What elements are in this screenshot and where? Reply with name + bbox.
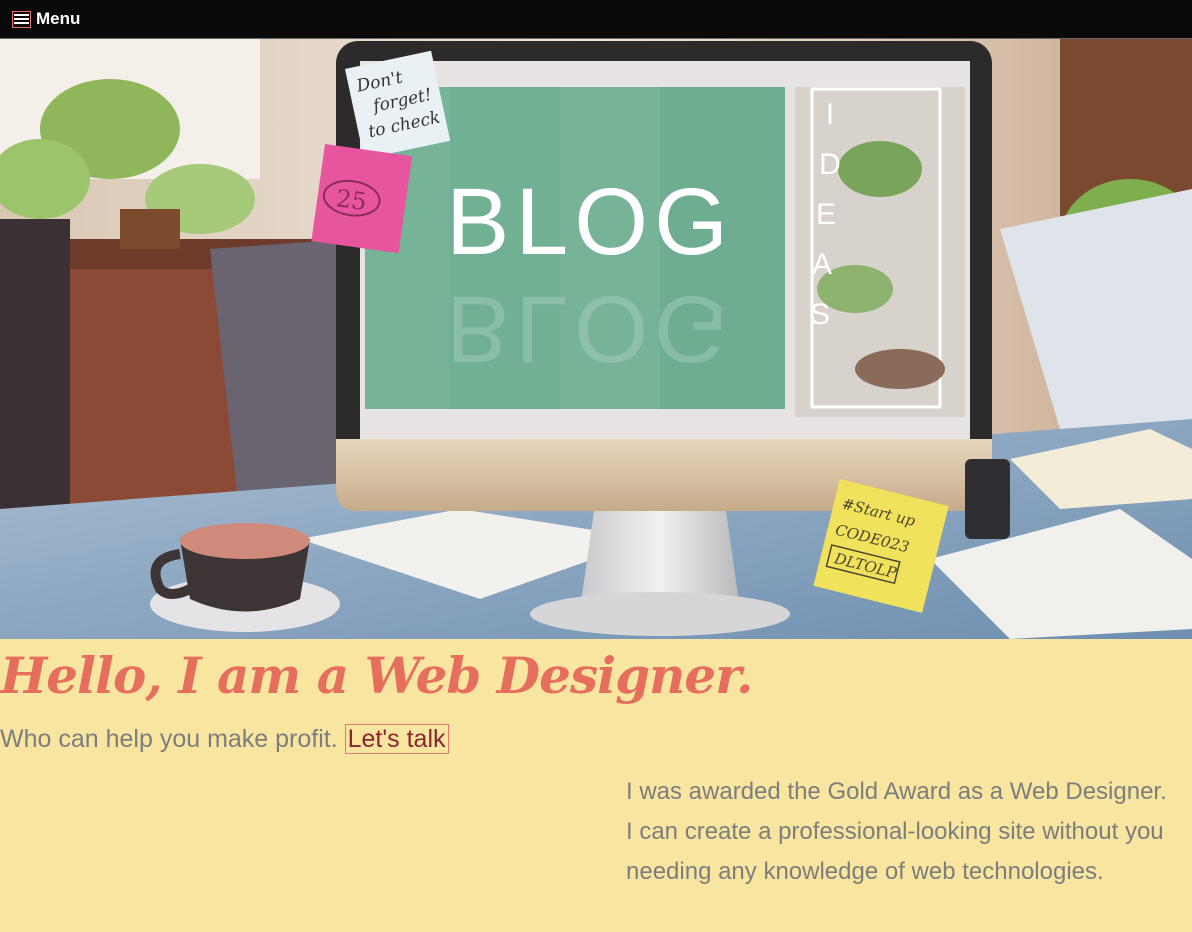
lets-talk-link[interactable]: Let's talk [344, 724, 449, 754]
menu-label: Menu [36, 9, 81, 28]
screen-blog-reflection: BLOG [446, 276, 734, 382]
ideas-letter-2: D [819, 148, 841, 181]
ideas-letter-5: S [810, 298, 830, 331]
hamburger-icon [12, 10, 31, 28]
top-nav-bar: Menu [0, 0, 1192, 39]
tagline-text: Who can help you make profit. [0, 725, 338, 753]
ideas-letter-1: I [826, 98, 834, 131]
menu-button[interactable]: Menu [12, 9, 80, 29]
ideas-letter-3: E [816, 198, 836, 231]
note-pink-text: 25 [334, 184, 368, 216]
ideas-letter-4: A [812, 248, 832, 281]
about-paragraph: I was awarded the Gold Award as a Web De… [626, 778, 1167, 885]
screen-blog-text: BLOG [446, 169, 734, 275]
tagline-row: Who can help you make profit. Let's talk [0, 724, 449, 754]
hero-image: BLOG BLOG I D E A S Don't forget! to che… [0, 39, 1192, 639]
page-headline: Hello, I am a Web Designer. [0, 646, 753, 705]
